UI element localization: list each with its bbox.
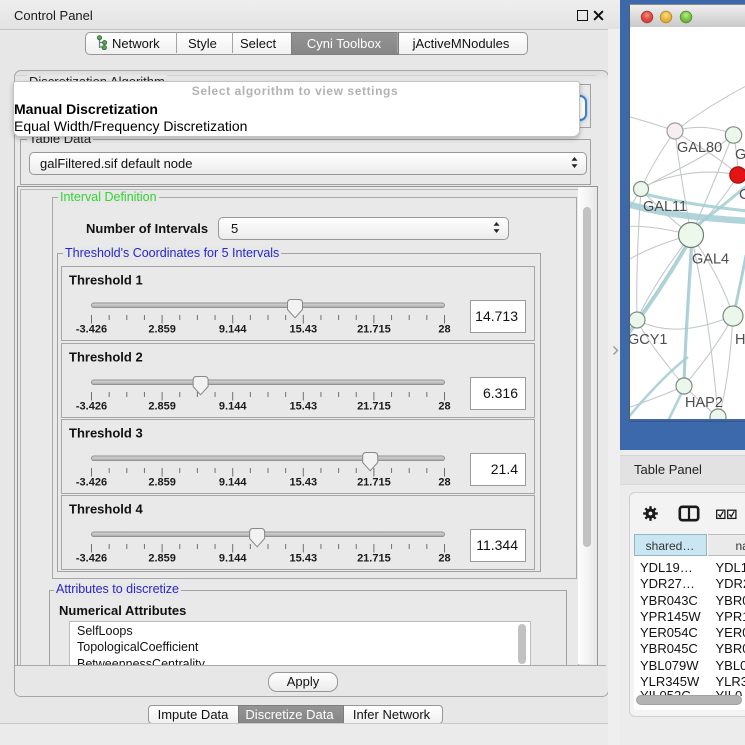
- svg-text:21.715: 21.715: [357, 400, 391, 412]
- svg-text:GA: GA: [735, 147, 745, 163]
- svg-text:-3.426: -3.426: [76, 476, 107, 488]
- svg-text:Threshold 4: Threshold 4: [69, 501, 143, 516]
- svg-text:2.859: 2.859: [148, 324, 176, 336]
- svg-text:C: C: [739, 187, 745, 203]
- svg-text:Threshold 1: Threshold 1: [69, 273, 143, 288]
- svg-text:28: 28: [438, 400, 450, 412]
- svg-text:15.43: 15.43: [290, 324, 318, 336]
- svg-text:GAL80: GAL80: [677, 140, 722, 156]
- svg-text:15.43: 15.43: [290, 476, 318, 488]
- svg-text:15.43: 15.43: [290, 400, 318, 412]
- svg-text:HAP2: HAP2: [685, 395, 723, 411]
- svg-text:15.43: 15.43: [290, 552, 318, 564]
- svg-text:Threshold 3: Threshold 3: [69, 425, 143, 440]
- svg-text:2.859: 2.859: [148, 400, 176, 412]
- svg-text:28: 28: [438, 552, 450, 564]
- svg-text:2.859: 2.859: [148, 476, 176, 488]
- svg-text:Threshold 2: Threshold 2: [69, 349, 143, 364]
- svg-text:2.859: 2.859: [148, 552, 176, 564]
- svg-text:-3.426: -3.426: [76, 400, 107, 412]
- svg-text:21.715: 21.715: [357, 476, 391, 488]
- svg-text:21.715: 21.715: [357, 552, 391, 564]
- svg-text:9.144: 9.144: [219, 476, 247, 488]
- svg-text:-3.426: -3.426: [76, 324, 107, 336]
- svg-text:-3.426: -3.426: [76, 552, 107, 564]
- svg-text:28: 28: [438, 476, 450, 488]
- svg-text:H: H: [735, 332, 745, 348]
- svg-text:21.715: 21.715: [357, 324, 391, 336]
- svg-text:28: 28: [438, 324, 450, 336]
- svg-text:GCY1: GCY1: [630, 332, 668, 348]
- svg-text:9.144: 9.144: [219, 324, 247, 336]
- svg-text:9.144: 9.144: [219, 552, 247, 564]
- svg-text:9.144: 9.144: [219, 400, 247, 412]
- svg-text:GAL4: GAL4: [692, 252, 729, 268]
- svg-text:GAL11: GAL11: [643, 199, 687, 215]
